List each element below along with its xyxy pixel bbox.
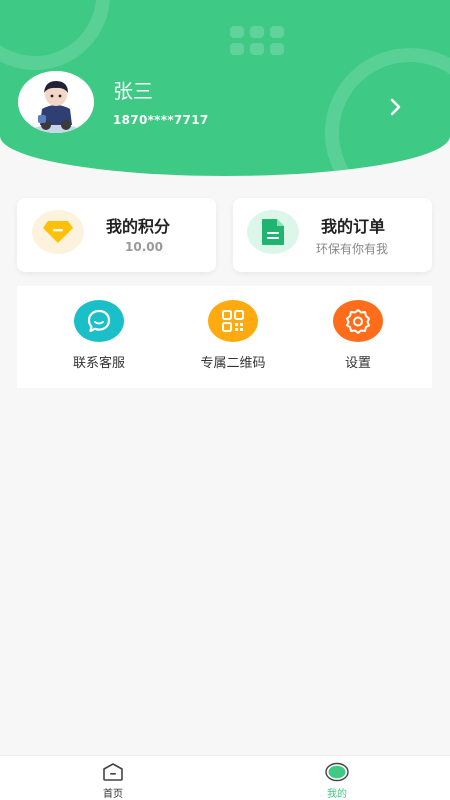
avatar-image: [18, 71, 94, 133]
document-icon: [247, 210, 299, 254]
user-icon: [325, 762, 349, 782]
decorative-grid-icon: [230, 26, 290, 56]
avatar[interactable]: [18, 71, 94, 133]
service-menu: 联系客服 专属二维码 设置: [17, 286, 432, 388]
tab-label: 首页: [103, 789, 123, 800]
profile-header: 张三 1870****7717: [0, 0, 450, 176]
points-title: 我的积分: [106, 217, 171, 236]
menu-label: 专属二维码: [200, 356, 266, 371]
contact-service-button[interactable]: 联系客服: [39, 300, 159, 380]
decorative-circle: [0, 0, 110, 70]
diamond-icon: [32, 210, 84, 254]
points-value: 10.00: [125, 240, 163, 254]
qrcode-icon: [208, 300, 258, 342]
user-name: 张三: [113, 79, 153, 103]
my-points-card[interactable]: 我的积分 10.00: [17, 198, 216, 272]
tab-home[interactable]: 首页: [73, 762, 153, 800]
my-orders-card[interactable]: 我的订单 环保有你有我: [233, 198, 432, 272]
gear-icon: [333, 300, 383, 342]
tab-mine[interactable]: 我的: [297, 762, 377, 800]
orders-subtitle: 环保有你有我: [316, 242, 389, 256]
home-icon: [103, 763, 123, 781]
settings-button[interactable]: 设置: [298, 300, 418, 380]
orders-title: 我的订单: [321, 217, 386, 236]
chat-icon: [74, 300, 124, 342]
user-phone: 1870****7717: [113, 113, 209, 127]
qrcode-button[interactable]: 专属二维码: [173, 300, 293, 380]
menu-label: 设置: [344, 356, 371, 371]
bottom-tab-bar: 首页 我的: [0, 755, 450, 800]
tab-label: 我的: [327, 789, 347, 800]
menu-label: 联系客服: [72, 356, 125, 371]
chevron-right-icon[interactable]: [383, 94, 409, 120]
